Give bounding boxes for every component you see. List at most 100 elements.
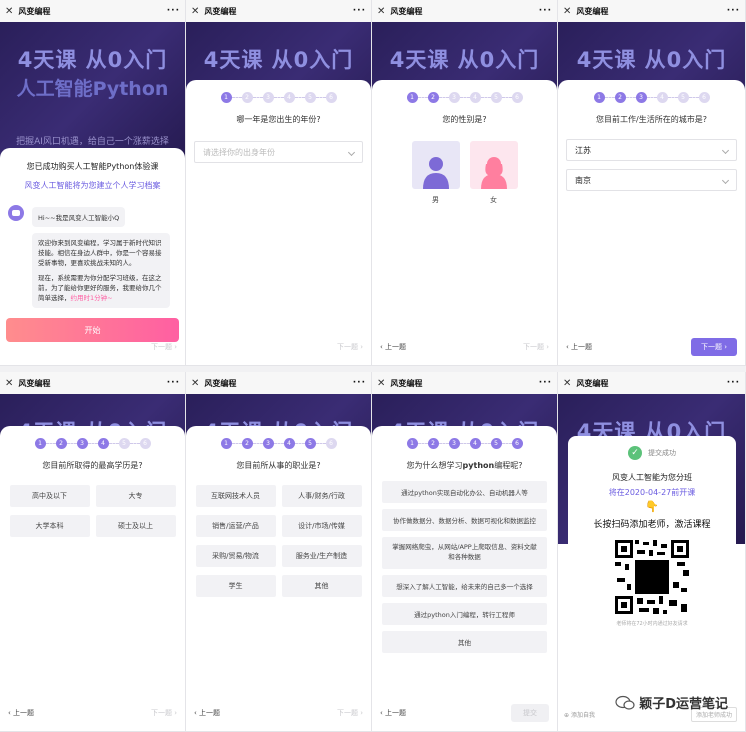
panel-birth-year: ✕ 风变编程 ··· 4天课 从0入门 123456 哪一年是您出生的年份? 请… [186,0,372,366]
next-button[interactable]: 下一题 › [523,342,549,352]
nav-footer: ‹ 上一题 下一题 › [186,705,371,721]
close-icon[interactable]: ✕ [5,6,13,17]
panel-city: ✕ 风变编程 ··· 4天课 从0入门 123456 您目前工作/生活所在的城市… [558,0,746,366]
more-icon[interactable]: ··· [353,6,366,16]
purchase-title: 您已成功购买人工智能Python体验课 [26,162,159,171]
footer-left: ⊕ 添加自我 [564,712,595,719]
scan-instruction: 长按扫码添加老师，激活课程 [593,520,711,530]
more-icon[interactable]: ··· [727,378,740,388]
welcome-sheet: 您已成功购买人工智能Python体验课 风变人工智能将为您建立个人学习档案 Hi… [0,148,185,365]
start-date: 将在2020-04-27前开课 [608,488,696,497]
progress-steps: 123456 [186,80,371,103]
next-button[interactable]: 下一题 › [151,708,177,718]
edu-option[interactable]: 大专 [95,485,176,507]
banner-line2: 人工智能Python [16,78,169,100]
next-button[interactable]: 下一题 › [337,708,363,718]
male-label: 男 [432,196,439,204]
job-option[interactable]: 人事/财务/行政 [281,485,362,507]
reason-option[interactable]: 协作做数据分、数据分析、数据可视化和数据监控 [382,509,547,531]
job-option[interactable]: 互联网技术人员 [195,485,276,507]
qr-note: 老师将在72小时内通过好友请求 [616,621,688,627]
app-title: 风变编程 [390,6,423,16]
close-icon[interactable]: ✕ [377,6,385,17]
question-text: 您目前所取得的最高学历是? [42,461,143,470]
question-text: 您的性别是? [442,115,487,124]
more-icon[interactable]: ··· [167,6,180,16]
check-icon: ✓ [628,446,642,460]
watermark: 颖子D运营笔记 [615,693,728,712]
job-option[interactable]: 学生 [195,575,276,597]
close-icon[interactable]: ✕ [191,6,199,17]
nav-footer: ‹ 上一题 提交 [372,704,557,722]
job-option[interactable]: 销售/运营/产品 [195,515,276,537]
chevron-down-icon [721,146,730,154]
success-text: 提交成功 [648,449,676,457]
progress-steps: 123456 [558,80,745,103]
close-icon[interactable]: ✕ [5,378,13,389]
city-select[interactable]: 南京 [566,169,737,191]
edu-option[interactable]: 高中及以下 [9,485,90,507]
pointing-down-icon: 👇 [645,500,659,513]
close-icon[interactable]: ✕ [191,378,199,389]
more-icon[interactable]: ··· [727,6,740,16]
job-option[interactable]: 设计/市场/传媒 [281,515,362,537]
job-option[interactable]: 采购/贸易/物流 [195,545,276,567]
title-bar: ✕ 风变编程 ··· [0,0,185,22]
chevron-down-icon [721,176,730,184]
prev-button[interactable]: ‹ 上一题 [380,342,406,352]
close-icon[interactable]: ✕ [377,378,385,389]
chat-time-note: 约用时1分钟~ [70,294,113,303]
title-bar: ✕ 风变编程 ··· [186,0,371,22]
female-avatar-icon [469,141,518,189]
reason-option[interactable]: 其他 [382,631,547,653]
banner-line1: 4天课 从0入门 [389,48,540,72]
nav-footer: ‹ 上一题 下一题 › [0,705,185,721]
progress-steps: 123456 [372,426,557,449]
reason-option[interactable]: 掌握网络爬虫，从网站/APP上爬取信息、资料文献和各种数据 [382,537,547,569]
more-icon[interactable]: ··· [353,378,366,388]
next-button[interactable]: 下一题 › [337,342,363,352]
title-bar: ✕ 风变编程 ··· [0,372,185,394]
next-button[interactable]: 下一题 › [690,338,737,356]
progress-steps: 123456 [0,426,185,449]
more-icon[interactable]: ··· [167,378,180,388]
job-option[interactable]: 服务业/生产制造 [281,545,362,567]
assign-text: 风变人工智能为您分班 [612,473,692,482]
nav-footer: 下一题 › [0,339,185,355]
nav-footer: ‹ 上一题 下一题 › [558,338,745,356]
edu-option[interactable]: 大学本科 [9,515,90,537]
prev-button[interactable]: ‹ 上一题 [380,708,406,718]
panel-gender: ✕ 风变编程 ··· 4天课 从0入门 123456 您的性别是? 男 女 ‹ … [372,0,558,366]
reason-option[interactable]: 通过python实现自动化办公、自动机器人等 [382,481,547,503]
next-button[interactable]: 下一题 › [151,342,177,352]
banner-line3: 把握AI风口机遇，给自己一个涨薪选择 [16,137,169,147]
robot-avatar-icon [8,205,24,221]
gender-male-option[interactable]: 男 [411,141,460,205]
birth-year-select[interactable]: 请选择你的出身年份 [194,141,363,163]
banner-line1: 4天课 从0入门 [576,48,727,72]
panel-success: ✕ 风变编程 ··· 4天课 从0入门 人工智能Python ✓ 提交成功 风变… [558,372,746,732]
prev-button[interactable]: ‹ 上一题 [566,342,592,352]
reason-option[interactable]: 想深入了解人工智能，给未来的自己多一个选择 [382,575,547,597]
qr-code[interactable] [613,538,691,616]
edu-option[interactable]: 硕士及以上 [95,515,176,537]
prev-button[interactable]: ‹ 上一题 [194,708,220,718]
close-icon[interactable]: ✕ [563,378,571,389]
province-select[interactable]: 江苏 [566,139,737,161]
app-title: 风变编程 [18,378,51,388]
question-sheet: 123456 您的性别是? 男 女 [372,80,557,365]
app-title: 风变编程 [390,378,423,388]
chat-message-1: 欢迎你来到风变编程，学习属于新时代知识技能。相信在身边人群中，你是一个容易接受新… [38,239,162,268]
prev-button[interactable]: ‹ 上一题 [8,708,34,718]
job-option[interactable]: 其他 [281,575,362,597]
submit-button[interactable]: 提交 [511,704,549,722]
question-sheet: 123456 您目前所取得的最高学历是? 高中及以下 大专 大学本科 硕士及以上 [0,426,185,731]
gender-female-option[interactable]: 女 [469,141,518,205]
reason-option[interactable]: 通过python入门编程，转行工程师 [382,603,547,625]
more-icon[interactable]: ··· [539,6,552,16]
close-icon[interactable]: ✕ [563,6,571,17]
panel-education: ✕ 风变编程 ··· 4天课 从0入门 123456 您目前所取得的最高学历是?… [0,372,186,732]
more-icon[interactable]: ··· [539,378,552,388]
chat-bubble-greet: Hi~~我是风变人工智能小Q [32,207,126,227]
title-bar: ✕ 风变编程 ··· [558,372,745,394]
